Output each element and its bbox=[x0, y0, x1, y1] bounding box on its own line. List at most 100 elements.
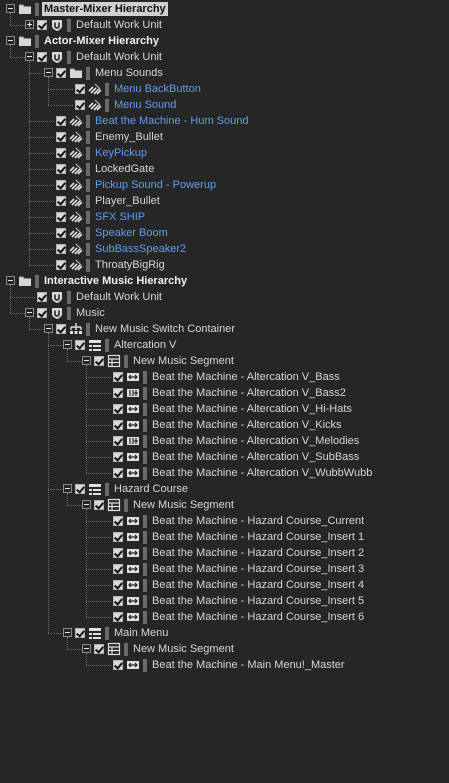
include-checkbox[interactable] bbox=[113, 404, 123, 414]
tree-item-label[interactable]: Actor-Mixer Hierarchy bbox=[42, 34, 161, 48]
include-checkbox[interactable] bbox=[75, 484, 85, 494]
tree-item-label[interactable]: Enemy_Bullet bbox=[93, 130, 165, 144]
include-checkbox[interactable] bbox=[56, 68, 66, 78]
tree-row[interactable]: Speaker Boom bbox=[0, 225, 449, 241]
include-checkbox[interactable] bbox=[113, 596, 123, 606]
include-checkbox[interactable] bbox=[75, 340, 85, 350]
tree-item-label[interactable]: Beat the Machine - Hazard Course_Insert … bbox=[150, 578, 366, 592]
tree-row[interactable]: New Music Switch Container bbox=[0, 321, 449, 337]
tree-item-label[interactable]: Default Work Unit bbox=[74, 50, 164, 64]
tree-row[interactable]: Beat the Machine - Altercation V_SubBass bbox=[0, 449, 449, 465]
tree-row[interactable]: Default Work Unit bbox=[0, 289, 449, 305]
include-checkbox[interactable] bbox=[113, 660, 123, 670]
tree-item-label[interactable]: Beat the Machine - Hum Sound bbox=[93, 114, 250, 128]
tree-row[interactable]: Beat the Machine - Hazard Course_Insert … bbox=[0, 593, 449, 609]
tree-item-label[interactable]: Default Work Unit bbox=[74, 290, 164, 304]
collapse-toggle[interactable] bbox=[6, 4, 15, 13]
include-checkbox[interactable] bbox=[113, 436, 123, 446]
tree-row[interactable]: Beat the Machine - Hazard Course_Insert … bbox=[0, 545, 449, 561]
tree-item-label[interactable]: LockedGate bbox=[93, 162, 156, 176]
include-checkbox[interactable] bbox=[56, 132, 66, 142]
collapse-toggle[interactable] bbox=[82, 356, 91, 365]
tree-row[interactable]: Beat the Machine - Altercation V_Bass bbox=[0, 369, 449, 385]
include-checkbox[interactable] bbox=[94, 500, 104, 510]
tree-item-label[interactable]: Altercation V bbox=[112, 338, 178, 352]
include-checkbox[interactable] bbox=[56, 148, 66, 158]
include-checkbox[interactable] bbox=[37, 308, 47, 318]
include-checkbox[interactable] bbox=[94, 356, 104, 366]
tree-item-label[interactable]: Beat the Machine - Hazard Course_Insert … bbox=[150, 562, 366, 576]
tree-item-label[interactable]: Beat the Machine - Altercation V_Kicks bbox=[150, 418, 344, 432]
tree-row[interactable]: Enemy_Bullet bbox=[0, 129, 449, 145]
tree-item-label[interactable]: Default Work Unit bbox=[74, 18, 164, 32]
collapse-toggle[interactable] bbox=[25, 308, 34, 317]
tree-item-label[interactable]: SubBassSpeaker2 bbox=[93, 242, 188, 256]
tree-item-label[interactable]: Main Menu bbox=[112, 626, 170, 640]
tree-item-label[interactable]: Beat the Machine - Hazard Course_Current bbox=[150, 514, 366, 528]
include-checkbox[interactable] bbox=[113, 516, 123, 526]
tree-item-label[interactable]: Beat the Machine - Main Menu!_Master bbox=[150, 658, 347, 672]
collapse-toggle[interactable] bbox=[63, 628, 72, 637]
include-checkbox[interactable] bbox=[56, 116, 66, 126]
include-checkbox[interactable] bbox=[113, 372, 123, 382]
tree-item-label[interactable]: Hazard Course bbox=[112, 482, 190, 496]
include-checkbox[interactable] bbox=[56, 212, 66, 222]
tree-item-label[interactable]: Speaker Boom bbox=[93, 226, 170, 240]
include-checkbox[interactable] bbox=[94, 644, 104, 654]
include-checkbox[interactable] bbox=[37, 20, 47, 30]
tree-row[interactable]: Music bbox=[0, 305, 449, 321]
tree-row[interactable]: Beat the Machine - Hum Sound bbox=[0, 113, 449, 129]
tree-item-label[interactable]: Beat the Machine - Altercation V_WubbWub… bbox=[150, 466, 374, 480]
include-checkbox[interactable] bbox=[113, 420, 123, 430]
tree-row[interactable]: Beat the Machine - Hazard Course_Insert … bbox=[0, 609, 449, 625]
tree-item-label[interactable]: Beat the Machine - Altercation V_Melodie… bbox=[150, 434, 361, 448]
include-checkbox[interactable] bbox=[113, 564, 123, 574]
tree-row[interactable]: Beat the Machine - Main Menu!_Master bbox=[0, 657, 449, 673]
include-checkbox[interactable] bbox=[113, 452, 123, 462]
tree-item-label[interactable]: SFX SHIP bbox=[93, 210, 147, 224]
tree-item-label[interactable]: Pickup Sound - Powerup bbox=[93, 178, 218, 192]
include-checkbox[interactable] bbox=[113, 532, 123, 542]
tree-item-label[interactable]: Master-Mixer Hierarchy bbox=[42, 2, 168, 16]
include-checkbox[interactable] bbox=[56, 164, 66, 174]
expand-toggle[interactable] bbox=[25, 20, 34, 29]
tree-row[interactable]: Beat the Machine - Altercation V_Kicks bbox=[0, 417, 449, 433]
include-checkbox[interactable] bbox=[113, 548, 123, 558]
tree-item-label[interactable]: Menu Sound bbox=[112, 98, 178, 112]
tree-row[interactable]: Beat the Machine - Hazard Course_Current bbox=[0, 513, 449, 529]
tree-row[interactable]: LockedGate bbox=[0, 161, 449, 177]
tree-item-label[interactable]: Beat the Machine - Hazard Course_Insert … bbox=[150, 546, 366, 560]
collapse-toggle[interactable] bbox=[63, 484, 72, 493]
include-checkbox[interactable] bbox=[113, 468, 123, 478]
tree-row[interactable]: Default Work Unit bbox=[0, 49, 449, 65]
tree-row[interactable]: SubBassSpeaker2 bbox=[0, 241, 449, 257]
tree-item-label[interactable]: Beat the Machine - Altercation V_Hi-Hats bbox=[150, 402, 354, 416]
collapse-toggle[interactable] bbox=[6, 276, 15, 285]
collapse-toggle[interactable] bbox=[82, 644, 91, 653]
tree-row[interactable]: Beat the Machine - Hazard Course_Insert … bbox=[0, 561, 449, 577]
include-checkbox[interactable] bbox=[56, 228, 66, 238]
tree-item-label[interactable]: New Music Switch Container bbox=[93, 322, 237, 336]
tree-row[interactable]: Beat the Machine - Altercation V_Melodie… bbox=[0, 433, 449, 449]
tree-row[interactable]: KeyPickup bbox=[0, 145, 449, 161]
include-checkbox[interactable] bbox=[113, 612, 123, 622]
tree-row[interactable]: Menu Sounds bbox=[0, 65, 449, 81]
include-checkbox[interactable] bbox=[37, 292, 47, 302]
tree-item-label[interactable]: Beat the Machine - Hazard Course_Insert … bbox=[150, 610, 366, 624]
tree-row[interactable]: Pickup Sound - Powerup bbox=[0, 177, 449, 193]
tree-item-label[interactable]: New Music Segment bbox=[131, 354, 236, 368]
collapse-toggle[interactable] bbox=[44, 68, 53, 77]
include-checkbox[interactable] bbox=[56, 324, 66, 334]
collapse-toggle[interactable] bbox=[63, 340, 72, 349]
tree-item-label[interactable]: Beat the Machine - Hazard Course_Insert … bbox=[150, 530, 366, 544]
include-checkbox[interactable] bbox=[113, 580, 123, 590]
include-checkbox[interactable] bbox=[75, 84, 85, 94]
tree-row[interactable]: ThroatyBigRig bbox=[0, 257, 449, 273]
tree-row[interactable]: Beat the Machine - Hazard Course_Insert … bbox=[0, 529, 449, 545]
include-checkbox[interactable] bbox=[56, 244, 66, 254]
tree-item-label[interactable]: KeyPickup bbox=[93, 146, 149, 160]
tree-row[interactable]: Player_Bullet bbox=[0, 193, 449, 209]
collapse-toggle[interactable] bbox=[25, 52, 34, 61]
tree-row[interactable]: Beat the Machine - Hazard Course_Insert … bbox=[0, 577, 449, 593]
tree-row[interactable]: Beat the Machine - Altercation V_WubbWub… bbox=[0, 465, 449, 481]
